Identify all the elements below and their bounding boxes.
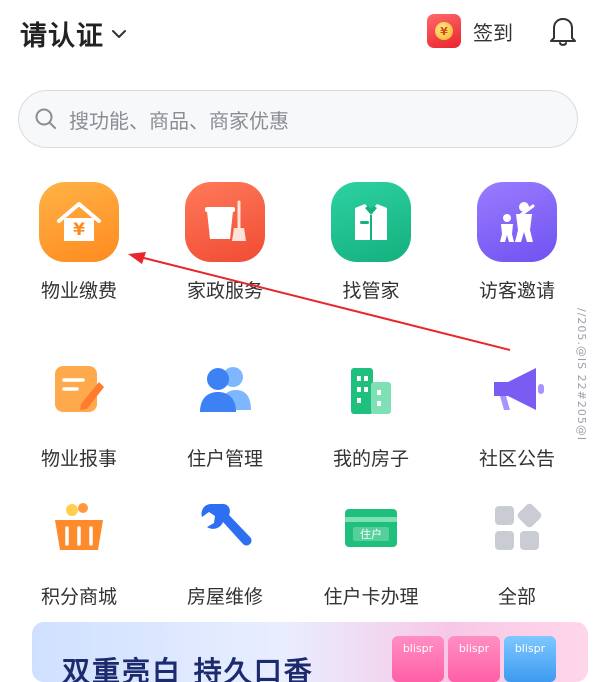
grid-item-housekeeping[interactable]: 家政服务: [150, 182, 300, 303]
product-image: blispr: [448, 636, 500, 682]
coin-icon: ¥: [435, 22, 453, 40]
promo-banner[interactable]: 双重亮白 持久口香 blispr blispr blispr: [32, 622, 588, 682]
report-note-icon: [55, 366, 104, 412]
all-grid-icon: [495, 503, 542, 550]
buildings-icon: [351, 368, 391, 414]
butler-icon: [331, 182, 411, 262]
shopping-basket-icon: [55, 503, 103, 550]
search-icon: [35, 108, 56, 129]
product-label: blispr: [458, 642, 490, 655]
grid-item-my-house[interactable]: 我的房子: [296, 350, 446, 471]
search-input[interactable]: 搜功能、商品、商家优惠: [69, 105, 289, 134]
grid-item-resident-management[interactable]: 住户管理: [150, 350, 300, 471]
grid-item-community-notice[interactable]: 社区公告: [442, 350, 592, 471]
bell-icon[interactable]: [544, 12, 582, 50]
bucket-broom-icon: [185, 182, 265, 262]
grid-item-label: 全部: [497, 586, 536, 608]
grid-item-house-repair[interactable]: 房屋维修: [150, 488, 300, 609]
card-text: 住户: [360, 527, 382, 541]
grid-item-property-fee[interactable]: ¥ 物业缴费: [4, 182, 154, 303]
signin-button[interactable]: ¥ 签到: [427, 14, 513, 48]
grid-item-label: 住户管理: [186, 448, 263, 470]
grid-item-label: 我的房子: [332, 448, 409, 470]
grid-item-label: 社区公告: [478, 448, 555, 470]
page-title: 请认证: [20, 21, 104, 52]
grid-item-label: 住户卡办理: [323, 586, 419, 608]
product-image: blispr: [392, 636, 444, 682]
grid-item-label: 找管家: [342, 280, 400, 302]
grid-item-points-mall[interactable]: 积分商城: [4, 488, 154, 609]
house-yen-icon: ¥: [39, 182, 119, 262]
svg-text:¥: ¥: [73, 220, 85, 240]
grid-item-label: 访客邀请: [478, 280, 555, 302]
residents-icon: [200, 367, 251, 412]
resident-card-icon: 住户: [345, 509, 397, 547]
wrench-icon: [201, 503, 252, 546]
grid-item-label: 房屋维修: [186, 586, 263, 608]
grid-item-visitor-invite[interactable]: 访客邀请: [442, 182, 592, 303]
product-image: blispr: [504, 636, 556, 682]
grid-item-label: 积分商城: [40, 586, 117, 608]
grid-item-label: 家政服务: [186, 280, 263, 302]
certification-selector[interactable]: 请认证: [20, 14, 128, 53]
grid-item-all[interactable]: 全部: [442, 488, 592, 609]
grid-item-find-butler[interactable]: 找管家: [296, 182, 446, 303]
top-bar: 请认证 ¥ 签到: [0, 0, 600, 70]
product-label: blispr: [514, 642, 546, 655]
visitors-icon: [477, 182, 557, 262]
grid-item-property-report[interactable]: 物业报事: [4, 350, 154, 471]
chevron-down-icon: [112, 29, 126, 38]
grid-item-label: 物业缴费: [40, 280, 117, 302]
watermark: //205.@IS 22#205@I: [575, 308, 588, 442]
search-bar[interactable]: 搜功能、商品、商家优惠: [18, 90, 578, 148]
product-label: blispr: [402, 642, 434, 655]
megaphone-icon: [494, 368, 544, 410]
grid-item-label: 物业报事: [40, 448, 117, 470]
signin-badge-icon: ¥: [427, 14, 461, 48]
signin-label: 签到: [473, 20, 513, 45]
grid-item-resident-card[interactable]: 住户 住户卡办理: [296, 488, 446, 609]
banner-headline: 双重亮白 持久口香: [62, 655, 314, 682]
